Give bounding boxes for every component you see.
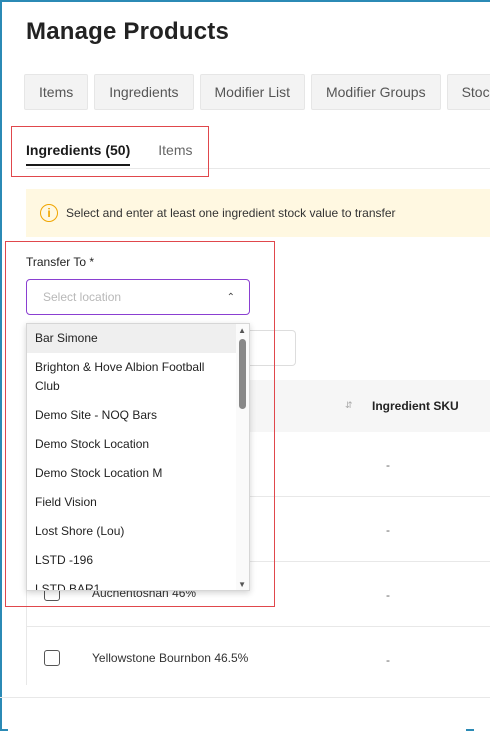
row-checkbox[interactable] <box>44 650 60 666</box>
tab-ingredients[interactable]: Ingredients <box>94 74 194 110</box>
row-ingredient-name: Yellowstone Bournbon 46.5% <box>92 651 249 665</box>
info-icon: i <box>40 204 58 222</box>
window-top-border <box>0 0 490 2</box>
sort-icon[interactable]: ⇵ <box>345 400 353 411</box>
notice-text: Select and enter at least one ingredient… <box>66 206 396 220</box>
tab-modifier-list[interactable]: Modifier List <box>199 74 305 110</box>
highlight-annotation-dropdown <box>5 241 275 607</box>
tab-items[interactable]: Items <box>24 74 89 110</box>
info-notice: i Select and enter at least one ingredie… <box>26 189 490 237</box>
row-ingredient-sku: - <box>386 458 390 472</box>
page-title: Manage Products <box>26 18 230 45</box>
highlight-annotation-tabs <box>11 126 209 177</box>
window-left-border <box>0 0 2 731</box>
row-ingredient-sku: - <box>386 653 390 667</box>
top-tab-bar: Items Ingredients Modifier List Modifier… <box>24 74 490 110</box>
table-row[interactable]: Yellowstone Bournbon 46.5% - <box>26 627 490 692</box>
row-ingredient-sku: - <box>386 588 390 602</box>
tab-stock[interactable]: Stock <box>446 74 490 110</box>
column-header-ingredient-sku[interactable]: Ingredient SKU <box>372 399 459 413</box>
page-bottom-divider <box>0 697 490 698</box>
row-ingredient-sku: - <box>386 523 390 537</box>
tab-modifier-groups[interactable]: Modifier Groups <box>310 74 441 110</box>
